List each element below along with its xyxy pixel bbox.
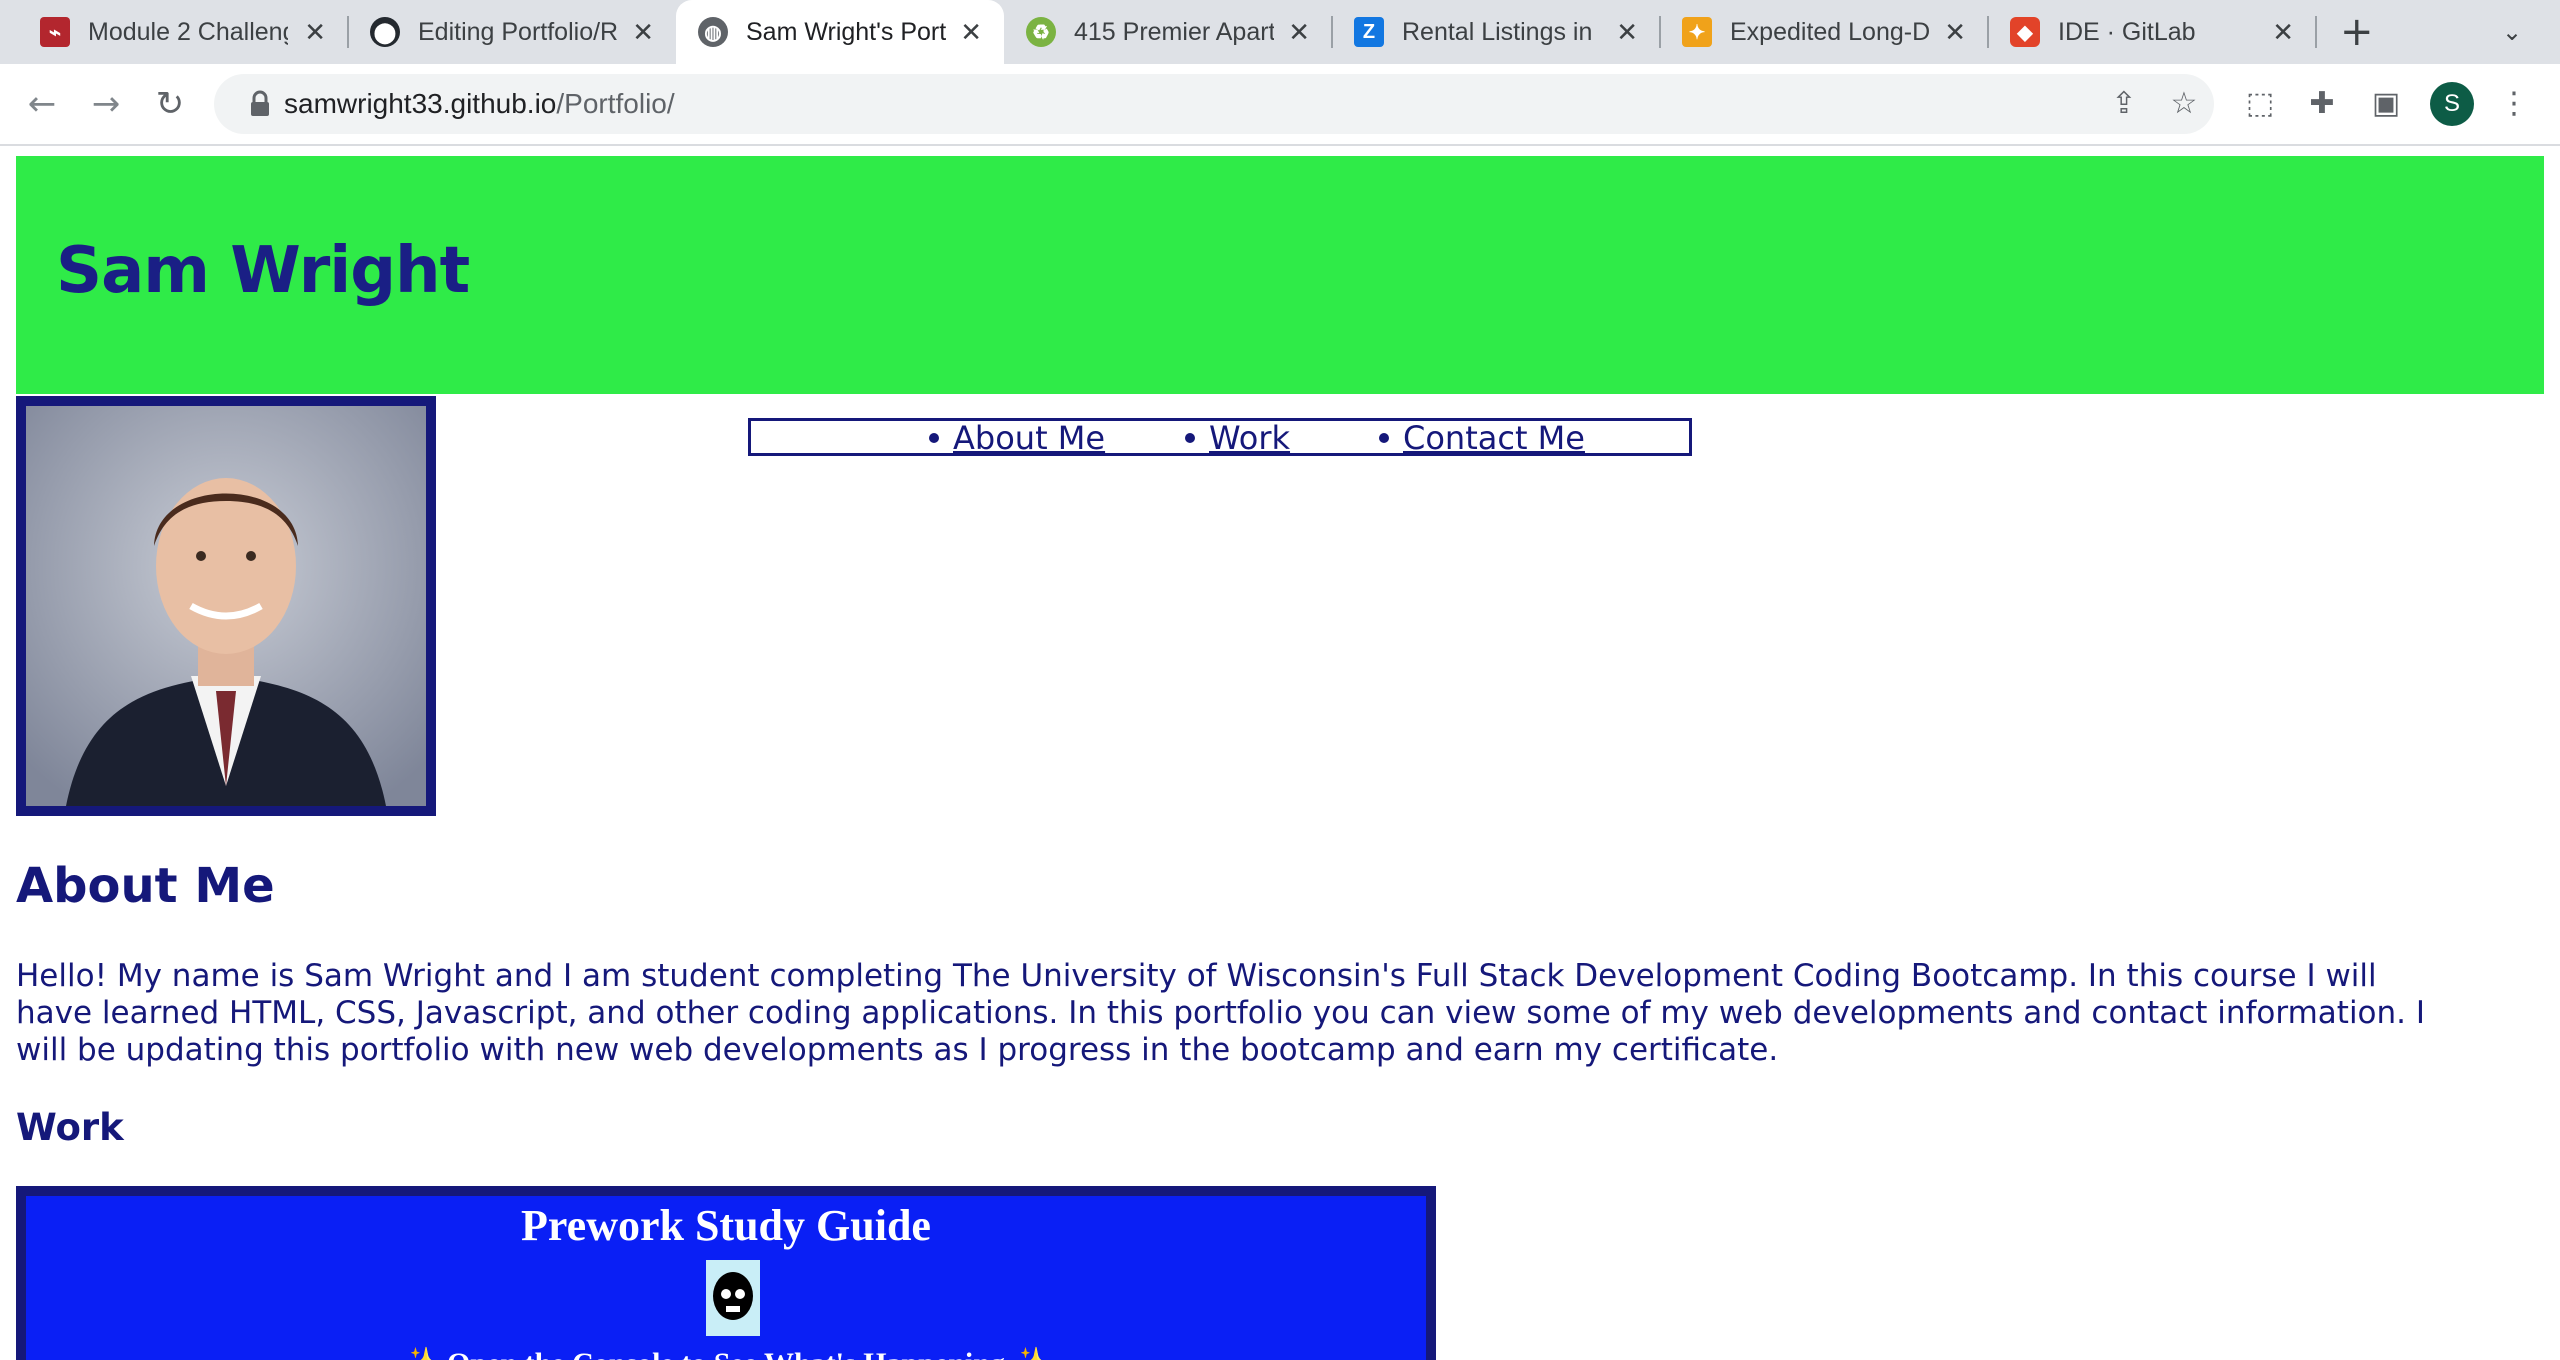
github-icon: ⬤ — [370, 17, 400, 47]
address-bar[interactable]: samwright33.github.io/Portfolio/ ⇪ ☆ — [214, 74, 2214, 134]
tab-separator — [2315, 16, 2317, 48]
nav-bullet — [929, 433, 939, 443]
close-icon[interactable]: ✕ — [2272, 0, 2294, 64]
about-paragraph: Hello! My name is Sam Wright and I am st… — [16, 958, 2426, 1068]
nav-link-work[interactable]: Work — [1209, 421, 1290, 455]
tab-module-2[interactable]: ⌁ Module 2 Challenge ✕ — [0, 0, 348, 64]
extension-k-icon[interactable]: ⬚ — [2240, 84, 2280, 124]
tab-title: IDE · GitLab — [2058, 18, 2196, 46]
nav-bullet — [1379, 433, 1389, 443]
star-icon[interactable]: ☆ — [2164, 84, 2204, 124]
lock-icon — [251, 90, 269, 116]
gitlab-icon: ◆ — [2010, 17, 2040, 47]
tab-premier-apartments[interactable]: ♻ 415 Premier Apartments ✕ — [1004, 0, 1332, 64]
profile-photo — [16, 396, 436, 816]
nav-link-contact-me[interactable]: Contact Me — [1403, 421, 1585, 455]
tab-title: Expedited Long-Distance — [1730, 18, 1930, 46]
shield-icon: ✦ — [1682, 17, 1712, 47]
page-viewport: Sam Wright About Me Work Contact Me Abou… — [0, 146, 2560, 1360]
about-heading: About Me — [16, 858, 275, 914]
tab-expedited[interactable]: ✦ Expedited Long-Distance ✕ — [1660, 0, 1988, 64]
project-title: Prework Study Guide — [521, 1201, 931, 1250]
nav-link-about-me[interactable]: About Me — [953, 421, 1105, 455]
back-arrow-icon[interactable]: ← — [18, 80, 66, 128]
tab-title: Rental Listings in — [1402, 18, 1593, 46]
tab-sam-wright-portfolio[interactable]: ◍ Sam Wright's Portfolio ✕ — [676, 0, 1004, 64]
tab-rental-listings[interactable]: Z Rental Listings in ✕ — [1332, 0, 1660, 64]
tab-title: Sam Wright's Portfolio — [746, 18, 946, 46]
tab-gitlab-ide[interactable]: ◆ IDE · GitLab ✕ — [1988, 0, 2316, 64]
page-title: Sam Wright — [56, 234, 470, 308]
url-path: /Portfolio/ — [556, 88, 675, 119]
tab-title: 415 Premier Apartments — [1074, 18, 1274, 46]
url-host: samwright33.github.io — [284, 88, 557, 119]
profile-avatar[interactable]: S — [2430, 82, 2474, 126]
tab-strip: ⌁ Module 2 Challenge ✕ ⬤ Editing Portfol… — [0, 0, 2560, 64]
chevron-down-icon[interactable]: ⌄ — [2502, 0, 2522, 64]
close-icon[interactable]: ✕ — [1616, 0, 1638, 64]
header-banner: Sam Wright — [16, 156, 2544, 394]
nav-bullet — [1185, 433, 1195, 443]
close-icon[interactable]: ✕ — [304, 0, 326, 64]
new-tab-plus-icon[interactable]: + — [2340, 0, 2374, 64]
close-icon[interactable]: ✕ — [960, 0, 982, 64]
tab-editing-portfolio[interactable]: ⬤ Editing Portfolio/README ✕ — [348, 0, 676, 64]
skull-icon — [706, 1260, 760, 1336]
portrait-illustration — [26, 406, 426, 806]
project-subtitle: ✨ Open the Console to See What's Happeni… — [26, 1346, 1426, 1360]
work-heading: Work — [16, 1106, 124, 1149]
puzzle-icon[interactable]: ✚ — [2302, 84, 2342, 124]
badge-icon: ⌁ — [40, 17, 70, 47]
tab-title: Editing Portfolio/README — [418, 18, 618, 46]
zillow-icon: Z — [1354, 17, 1384, 47]
recycle-icon: ♻ — [1026, 17, 1056, 47]
reload-icon[interactable]: ↻ — [146, 80, 194, 128]
globe-icon: ◍ — [698, 17, 728, 47]
forward-arrow-icon[interactable]: → — [82, 80, 130, 128]
project-card-prework[interactable]: Prework Study Guide ✨ Open the Console t… — [16, 1186, 1436, 1360]
more-vert-icon[interactable]: ⋮ — [2494, 84, 2534, 124]
url-text: samwright33.github.io/Portfolio/ — [284, 74, 675, 134]
share-icon[interactable]: ⇪ — [2104, 84, 2144, 124]
browser-toolbar: ← → ↻ samwright33.github.io/Portfolio/ ⇪… — [0, 64, 2560, 146]
close-icon[interactable]: ✕ — [1944, 0, 1966, 64]
close-icon[interactable]: ✕ — [1288, 0, 1310, 64]
side-panel-icon[interactable]: ▣ — [2366, 84, 2406, 124]
close-icon[interactable]: ✕ — [632, 0, 654, 64]
top-navigation: About Me Work Contact Me — [748, 418, 1692, 456]
tab-title: Module 2 Challenge — [88, 18, 288, 46]
